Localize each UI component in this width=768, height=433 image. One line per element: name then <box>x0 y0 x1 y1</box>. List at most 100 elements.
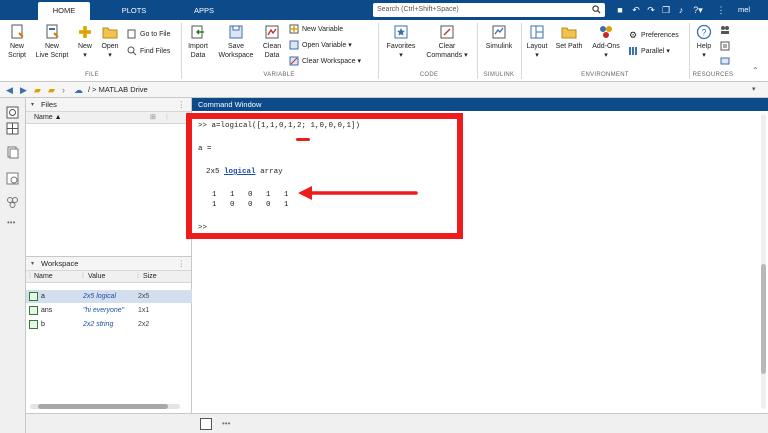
column-divider: | <box>166 114 168 121</box>
files-rail-icon[interactable] <box>6 106 19 119</box>
variable-size: 2x2 <box>138 321 150 328</box>
more-nav-icon[interactable]: › <box>62 84 65 96</box>
parallel-label: Parallel <box>641 48 665 55</box>
workspace-size-column[interactable]: Size <box>143 271 157 283</box>
workspace-row-a[interactable]: a 2x5 logical 2x5 <box>26 290 192 303</box>
scrollbar-thumb[interactable] <box>761 264 766 374</box>
project-rail-icon[interactable] <box>6 146 19 159</box>
variable-size: 1x1 <box>138 307 150 314</box>
go-to-file-button[interactable]: Go to File <box>127 29 170 40</box>
workspace-row-ans[interactable]: ans "hi everyone" 1x1 <box>26 304 192 317</box>
browse-folder-icon[interactable]: ▰ <box>48 84 55 96</box>
variable-icon <box>29 306 38 315</box>
open-button[interactable]: Open ▾ <box>98 24 122 60</box>
add-ons-button[interactable]: Add-Ons ▾ <box>589 24 623 60</box>
add-ons-rail-icon[interactable] <box>6 196 19 209</box>
command-window-vertical-scrollbar[interactable] <box>761 114 766 409</box>
address-dropdown-icon[interactable]: ▾ <box>752 84 756 96</box>
user-name[interactable]: mel <box>738 4 750 16</box>
workspace-panel-title: Workspace <box>41 259 79 268</box>
tab-home[interactable]: HOME <box>38 2 90 20</box>
workspace-row-b[interactable]: b 2x2 string 2x2 <box>26 318 192 331</box>
favorites-button[interactable]: Favorites ▾ <box>384 24 418 60</box>
simulink-button[interactable]: Simulink <box>481 24 517 51</box>
files-panel-menu-icon[interactable]: ⋮ <box>178 98 186 112</box>
forward-icon[interactable]: ▶ <box>20 84 27 96</box>
community-icon[interactable] <box>720 25 730 35</box>
status-window-icon[interactable] <box>200 418 212 430</box>
status-more-icon[interactable]: ••• <box>222 418 230 430</box>
more-icon[interactable]: ⋮ <box>715 4 727 16</box>
code-group-label: CODE <box>419 72 439 78</box>
ribbon-separator <box>521 23 522 79</box>
new-live-script-button[interactable]: New Live Script <box>32 24 72 60</box>
variable-icon <box>29 292 38 301</box>
support-icon[interactable] <box>720 41 730 51</box>
workspace-value-column[interactable]: Value <box>88 271 105 283</box>
breadcrumb-location[interactable]: MATLAB Drive <box>99 85 148 94</box>
save-workspace-button[interactable]: Save Workspace <box>215 24 257 60</box>
open-variable-dropdown-icon: ▾ <box>348 42 352 49</box>
ribbon-separator <box>378 23 379 79</box>
back-icon[interactable]: ◀ <box>6 84 13 96</box>
save-icon[interactable]: ■ <box>614 4 626 16</box>
left-panel-footer <box>26 413 192 433</box>
collapse-files-icon[interactable]: ▾ <box>31 98 34 112</box>
column-options-icon[interactable]: ⊞ <box>150 112 156 124</box>
column-grip: ⁞ <box>82 273 84 280</box>
set-path-button[interactable]: Set Path <box>553 24 585 51</box>
parallel-button[interactable]: Parallel ▾ <box>628 46 670 57</box>
search-input[interactable]: Search (Ctrl+Shift+Space) <box>373 3 605 17</box>
collapse-ribbon-icon[interactable]: ⌃ <box>752 66 759 75</box>
tab-plots[interactable]: PLOTS <box>110 2 158 20</box>
favorites-dropdown-icon: ▾ <box>399 52 403 59</box>
tab-apps[interactable]: APPS <box>180 2 228 20</box>
learn-icon[interactable] <box>720 56 730 66</box>
new-plus-icon <box>79 26 91 38</box>
variable-name: ans <box>41 307 53 314</box>
collapse-workspace-icon[interactable]: ▾ <box>31 257 34 271</box>
workspace-horizontal-scrollbar[interactable] <box>30 404 180 409</box>
import-data-button[interactable]: Import Data <box>184 24 212 60</box>
help-label: Help <box>696 43 712 50</box>
clear-workspace-icon <box>289 56 299 66</box>
new-script-button[interactable]: New Script <box>4 24 30 60</box>
help-button[interactable]: ? Help ▾ <box>693 24 715 60</box>
set-path-label: Set Path <box>555 43 583 50</box>
top-bar: HOME PLOTS APPS Search (Ctrl+Shift+Space… <box>0 0 768 20</box>
new-script-label: New Script <box>8 43 26 59</box>
new-label: New <box>77 43 92 50</box>
search-placeholder: Search (Ctrl+Shift+Space) <box>377 6 459 13</box>
redo-icon[interactable]: ↷ <box>645 4 657 16</box>
files-panel: ▾ Files ⋮ Name ▲ ⊞ | <box>26 98 192 256</box>
ribbon-separator <box>689 23 690 79</box>
resources-group-label: RESOURCES <box>692 72 734 78</box>
open-variable-button[interactable]: Open Variable ▾ <box>289 40 352 51</box>
preferences-button[interactable]: ⚙ Preferences <box>628 30 679 41</box>
rail-more-icon[interactable]: ••• <box>7 218 15 227</box>
find-files-button[interactable]: Find Files <box>127 46 170 57</box>
clear-commands-button[interactable]: Clear Commands ▾ <box>424 24 470 60</box>
new-button[interactable]: New ▾ <box>74 24 96 60</box>
files-name-column[interactable]: Name ▲ <box>34 112 62 124</box>
copy-icon[interactable]: ❐ <box>660 4 672 16</box>
clear-commands-icon <box>440 25 454 39</box>
new-variable-button[interactable]: New Variable <box>289 24 343 35</box>
breadcrumb-separator: / > <box>88 85 97 94</box>
clear-workspace-button[interactable]: Clear Workspace ▾ <box>289 56 361 67</box>
bell-icon[interactable]: ♪ <box>675 4 687 16</box>
workspace-rail-icon[interactable] <box>6 122 19 135</box>
undo-icon[interactable]: ↶ <box>630 4 642 16</box>
help-dropdown-icon[interactable]: ?▾ <box>690 4 706 16</box>
breadcrumb[interactable]: / > MATLAB Drive <box>88 84 148 96</box>
history-rail-icon[interactable] <box>6 172 19 185</box>
scrollbar-thumb[interactable] <box>38 404 168 409</box>
layout-button[interactable]: Layout ▾ <box>524 24 550 60</box>
help-dropdown-icon: ▾ <box>702 52 706 59</box>
up-folder-icon[interactable]: ▰ <box>34 84 41 96</box>
workspace-panel-menu-icon[interactable]: ⋮ <box>178 257 186 271</box>
folder-icon <box>102 27 118 39</box>
go-to-file-label: Go to File <box>140 31 171 38</box>
workspace-name-column[interactable]: Name <box>34 271 53 283</box>
clean-data-button[interactable]: Clean Data <box>259 24 285 60</box>
